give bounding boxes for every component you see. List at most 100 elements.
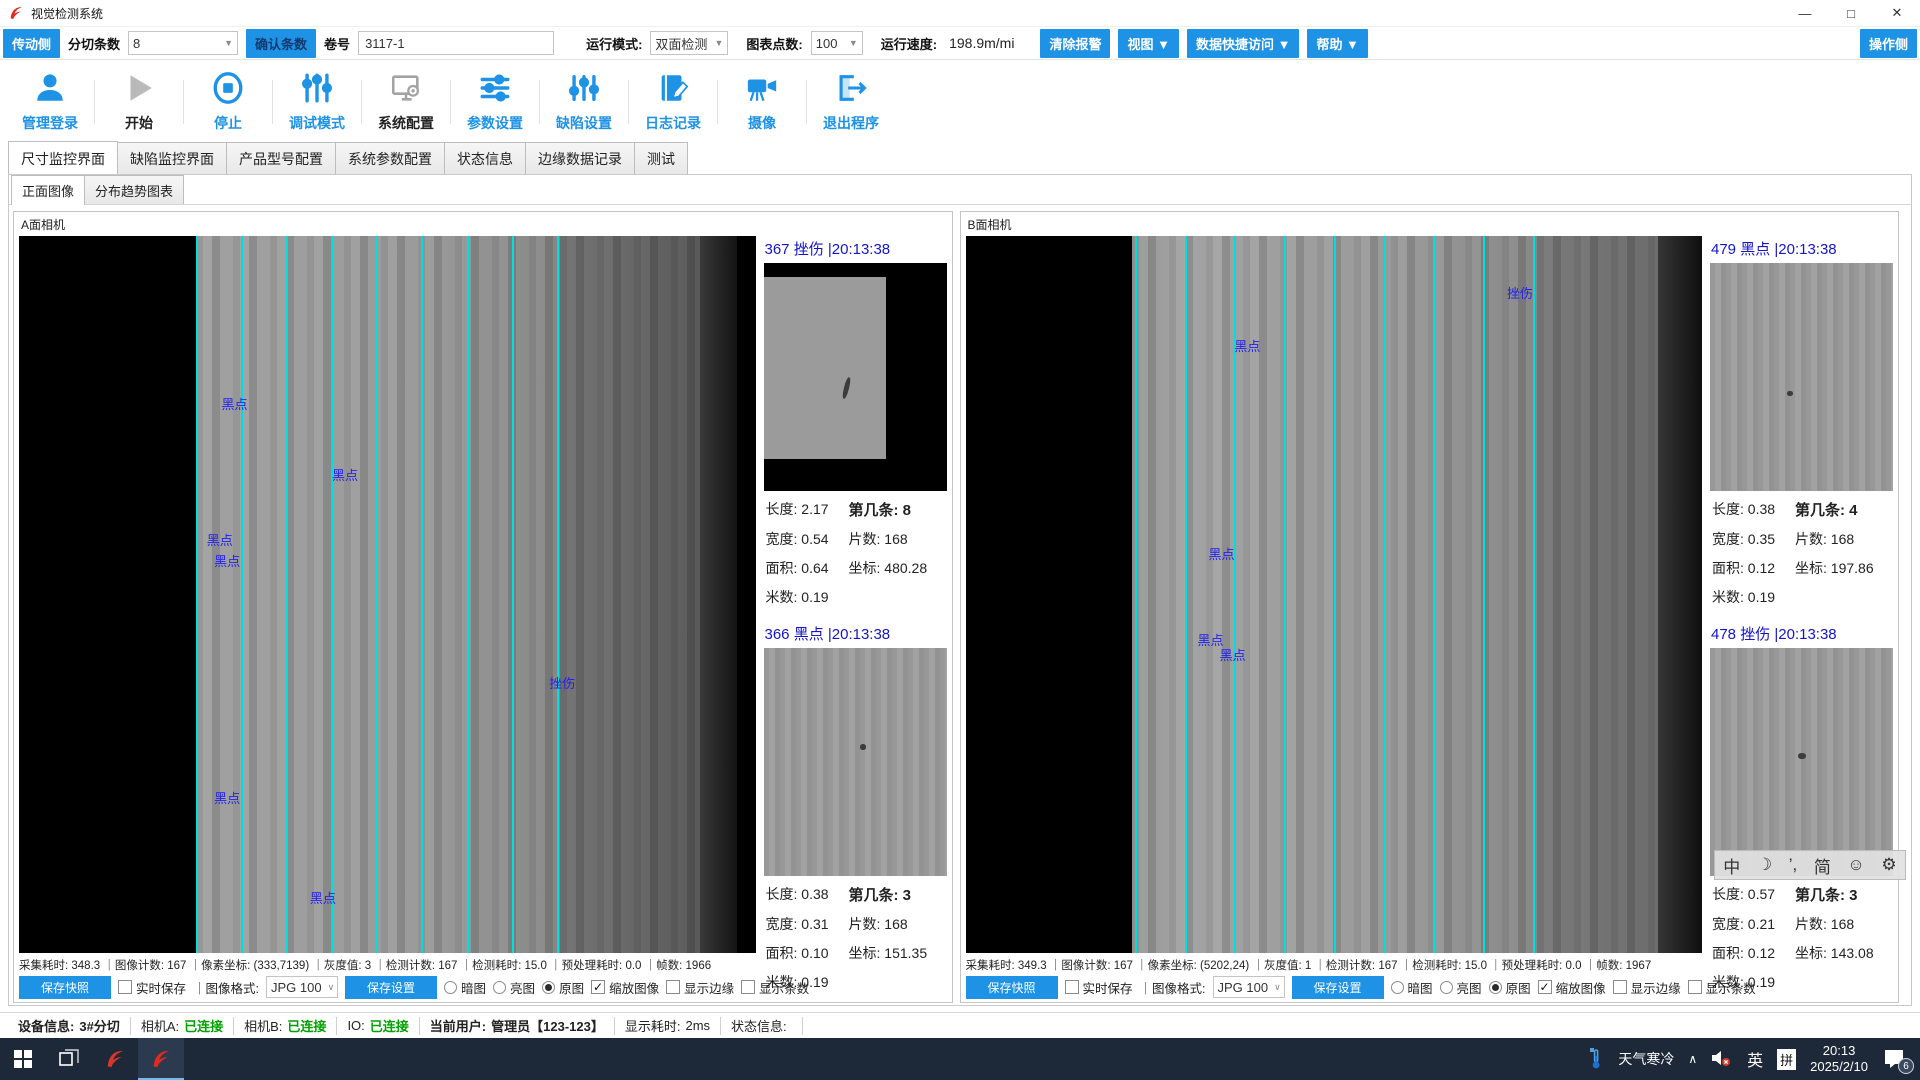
- stat-strip-index: 第几条: 8: [849, 499, 945, 520]
- original-image-radio[interactable]: 原图: [542, 978, 584, 997]
- transmission-side-button[interactable]: 传动侧: [3, 29, 60, 58]
- exit-program-button[interactable]: 退出程序: [807, 66, 895, 138]
- tab-尺寸监控界面[interactable]: 尺寸监控界面: [8, 141, 118, 174]
- dark-image-radio[interactable]: 暗图: [444, 978, 486, 997]
- strip-boundary-line: [1135, 236, 1137, 953]
- stat-area: 面积: 0.12: [1712, 558, 1795, 578]
- notification-center-button[interactable]: 6: [1882, 1048, 1908, 1070]
- tray-expand-icon[interactable]: ∧: [1688, 1052, 1697, 1066]
- camera-b-image[interactable]: 挫伤黑点黑点黑点黑点: [966, 236, 1703, 953]
- help-menu-button[interactable]: 帮助 ▼: [1307, 29, 1367, 58]
- image-format-select[interactable]: JPG 100∨: [266, 976, 338, 998]
- realtime-save-checkbox[interactable]: 实时保存: [1065, 978, 1133, 997]
- minimize-button[interactable]: —: [1782, 0, 1828, 26]
- weather-text[interactable]: 天气寒冷: [1618, 1049, 1674, 1069]
- param-settings-button[interactable]: 参数设置: [451, 66, 539, 138]
- tray-time: 20:13: [1810, 1043, 1868, 1059]
- realtime-save-checkbox[interactable]: 实时保存: [118, 978, 186, 997]
- show-edges-checkbox[interactable]: 显示边缘: [666, 978, 734, 997]
- panel-b-status-line: 采集耗时: 349.3 ｜图像计数: 167 ｜像素坐标: (5202,24) …: [966, 953, 1894, 974]
- taskbar-app-icon-active[interactable]: [138, 1038, 184, 1080]
- zoom-image-checkbox[interactable]: ✓缩放图像: [591, 978, 659, 997]
- stat-pieces: 片数: 168: [849, 529, 945, 549]
- user-icon: [33, 71, 67, 108]
- language-indicator[interactable]: 英: [1747, 1047, 1763, 1071]
- data-quick-access-button[interactable]: 数据快捷访问 ▼: [1187, 29, 1299, 58]
- tab-状态信息[interactable]: 状态信息: [444, 142, 526, 174]
- subtab-分布趋势图表[interactable]: 分布趋势图表: [84, 175, 184, 204]
- ime-indicator[interactable]: 拼: [1777, 1049, 1796, 1070]
- tab-系统参数配置[interactable]: 系统参数配置: [335, 142, 445, 174]
- strip-boundary-line: [1433, 236, 1435, 953]
- operator-side-button[interactable]: 操作侧: [1860, 29, 1917, 58]
- camera-a-image[interactable]: 黑点黑点黑点黑点挫伤黑点黑点: [19, 236, 756, 953]
- chart-points-select[interactable]: 100▼: [811, 31, 863, 55]
- defect-thumbnail[interactable]: [764, 263, 947, 491]
- image-format-select[interactable]: JPG 100∨: [1213, 976, 1285, 998]
- bright-image-radio[interactable]: 亮图: [1440, 978, 1482, 997]
- view-menu-button[interactable]: 视图 ▼: [1118, 29, 1178, 58]
- stat-coord: 坐标: 197.86: [1795, 558, 1891, 578]
- start-button[interactable]: 开始: [95, 66, 183, 138]
- status-segment: 相机B:已连接: [234, 1017, 337, 1035]
- defect-thumbnail[interactable]: [1710, 648, 1893, 876]
- roll-number-label: 卷号: [324, 34, 350, 53]
- save-settings-button[interactable]: 保存设置: [345, 976, 437, 999]
- clear-alarm-button[interactable]: 清除报警: [1040, 29, 1110, 58]
- stat-meters: 米数: 0.19: [1712, 587, 1795, 607]
- debug-mode-button[interactable]: 调试模式: [273, 66, 361, 138]
- log-record-label: 日志记录: [645, 113, 701, 133]
- system-config-button[interactable]: 系统配置: [362, 66, 450, 138]
- bright-image-radio[interactable]: 亮图: [493, 978, 535, 997]
- strip-boundary-line: [331, 236, 333, 953]
- taskbar-app-icon[interactable]: [92, 1038, 138, 1080]
- log-record-button[interactable]: 日志记录: [629, 66, 717, 138]
- ime-emoji-icon[interactable]: ☺: [1847, 855, 1864, 875]
- video-capture-button[interactable]: 摄像: [718, 66, 806, 138]
- defect-thumbnail[interactable]: [1710, 263, 1893, 491]
- tab-缺陷监控界面[interactable]: 缺陷监控界面: [117, 142, 227, 174]
- ime-settings-gear-icon[interactable]: ⚙: [1881, 855, 1896, 875]
- camera-icon: [745, 71, 779, 108]
- speaker-muted-icon[interactable]: [1711, 1049, 1733, 1070]
- dark-image-radio[interactable]: 暗图: [1391, 978, 1433, 997]
- admin-login-button[interactable]: 管理登录: [6, 66, 94, 138]
- ime-lang-zhong[interactable]: 中: [1723, 853, 1740, 878]
- show-strips-checkbox[interactable]: 显示条数: [741, 978, 809, 997]
- save-settings-button[interactable]: 保存设置: [1292, 976, 1384, 999]
- roll-number-input[interactable]: 3117-1: [358, 31, 554, 55]
- panel-a-title: A面相机: [19, 215, 947, 236]
- start-button[interactable]: [0, 1038, 46, 1080]
- zoom-image-checkbox[interactable]: ✓缩放图像: [1538, 978, 1606, 997]
- show-strips-checkbox[interactable]: 显示条数: [1688, 978, 1756, 997]
- taskbar-clock[interactable]: 20:13 2025/2/10: [1810, 1043, 1868, 1076]
- task-view-button[interactable]: [46, 1038, 92, 1080]
- show-edges-checkbox[interactable]: 显示边缘: [1613, 978, 1681, 997]
- run-mode-select[interactable]: 双面检测▼: [650, 31, 728, 55]
- maximize-button[interactable]: □: [1828, 0, 1874, 26]
- close-button[interactable]: ✕: [1874, 0, 1920, 26]
- save-snapshot-button[interactable]: 保存快照: [966, 976, 1058, 999]
- defect-settings-button[interactable]: 缺陷设置: [540, 66, 628, 138]
- tab-产品型号配置[interactable]: 产品型号配置: [226, 142, 336, 174]
- strip-boundary-line: [376, 236, 378, 953]
- debug-mode-label: 调试模式: [289, 113, 345, 133]
- save-snapshot-button[interactable]: 保存快照: [19, 976, 111, 999]
- subtab-正面图像[interactable]: 正面图像: [11, 175, 85, 205]
- param-settings-label: 参数设置: [467, 113, 523, 133]
- ime-simplified-jian[interactable]: 简: [1814, 853, 1831, 878]
- tab-边缘数据记录[interactable]: 边缘数据记录: [525, 142, 635, 174]
- ime-punctuation-icon[interactable]: ’,: [1789, 855, 1798, 875]
- strip-boundary-line: [557, 236, 559, 953]
- stop-button[interactable]: 停止: [184, 66, 272, 138]
- defect-thumbnail[interactable]: [764, 648, 947, 876]
- original-image-radio[interactable]: 原图: [1489, 978, 1531, 997]
- tab-测试[interactable]: 测试: [634, 142, 688, 174]
- confirm-count-button[interactable]: 确认条数: [246, 29, 316, 58]
- panel-a-controls: 保存快照实时保存｜图像格式:JPG 100∨保存设置暗图亮图原图✓缩放图像显示边…: [19, 974, 947, 1000]
- slit-count-select[interactable]: 8▼: [128, 31, 238, 55]
- defect-marker-label: 黑点: [310, 888, 336, 907]
- monitor-gear-icon: [389, 71, 423, 108]
- ime-moon-icon[interactable]: ☽: [1757, 855, 1772, 875]
- stat-length: 长度: 0.57: [1712, 884, 1795, 905]
